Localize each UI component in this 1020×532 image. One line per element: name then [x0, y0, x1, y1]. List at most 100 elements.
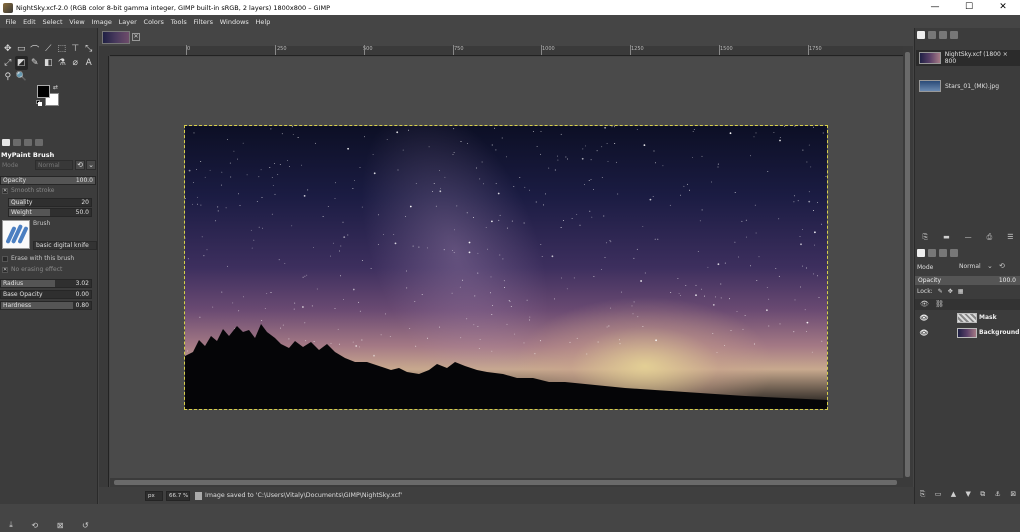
menu-filters[interactable]: Filters — [190, 18, 216, 26]
hardness-slider[interactable]: Hardness 0.80 — [0, 301, 92, 310]
erase-checkbox[interactable] — [2, 256, 8, 262]
new-group-icon[interactable]: ▭ — [935, 490, 942, 499]
transform-tool-icon[interactable]: ⤡ — [82, 42, 96, 56]
reset-mode-icon[interactable]: ⟲ — [75, 160, 85, 170]
clone-tool-icon[interactable]: ⚗ — [55, 56, 69, 70]
menu-colors[interactable]: Colors — [140, 18, 167, 26]
perspective-tool-icon[interactable]: ⤢ — [1, 56, 15, 70]
menu-edit[interactable]: Edit — [20, 18, 39, 26]
visibility-eye-icon[interactable]: 👁 — [919, 329, 929, 337]
weight-slider[interactable]: Weight 50.0 — [8, 208, 92, 217]
night-sky-image[interactable] — [184, 125, 828, 410]
move-tool-icon[interactable]: ✥ — [1, 42, 15, 56]
delete-layer-icon[interactable]: ⊠ — [1010, 490, 1016, 499]
zoom-tool-icon[interactable]: 🔍 — [15, 70, 29, 84]
color-picker-tool-icon[interactable]: ⚲ — [1, 70, 15, 84]
tool-options-tab-icon[interactable] — [2, 139, 10, 146]
fuzzy-select-tool-icon[interactable]: ⟋ — [42, 42, 56, 56]
layer-row[interactable]: 👁 Mask — [915, 310, 1020, 325]
menu-view[interactable]: View — [66, 18, 88, 26]
horizontal-scroll-thumb[interactable] — [114, 480, 897, 485]
raise-view-icon[interactable]: ⎘ — [922, 233, 928, 242]
layer-row[interactable]: 👁 Background — [915, 325, 1020, 340]
swap-colors-icon[interactable]: ⇄ — [53, 84, 58, 91]
reset-options-icon[interactable]: ↺ — [82, 521, 89, 530]
anchor-layer-icon[interactable]: ⚓ — [995, 490, 1001, 499]
minimize-button[interactable]: — — [918, 0, 952, 15]
image-list-item[interactable]: NightSky.xcf (1800 × 800 — [916, 50, 1020, 66]
brush-name-field[interactable]: basic digital knife — [33, 241, 97, 250]
vertical-scroll-thumb[interactable] — [905, 52, 910, 477]
close-button[interactable]: ✕ — [986, 0, 1020, 15]
menu-layer[interactable]: Layer — [115, 18, 140, 26]
image-list-item[interactable]: Stars_01_(MK).jpg — [916, 78, 1020, 94]
warp-tool-icon[interactable]: ⊤ — [69, 42, 83, 56]
save-options-icon[interactable]: ⤓ — [9, 520, 13, 530]
duplicate-layer-icon[interactable]: ⧉ — [980, 490, 985, 499]
image-tab-thumbnail[interactable] — [102, 31, 130, 44]
horizontal-scrollbar[interactable] — [110, 478, 903, 487]
delete-options-icon[interactable]: ⊠ — [57, 521, 64, 530]
lasso-tool-icon[interactable]: ⌒ — [28, 42, 42, 56]
maximize-button[interactable]: ☐ — [952, 0, 986, 15]
mode-select[interactable]: Normal — [35, 160, 73, 170]
lock-pixels-icon[interactable]: ✎ — [938, 288, 943, 295]
menu-windows[interactable]: Windows — [216, 18, 252, 26]
base-opacity-slider[interactable]: Base Opacity 0.00 — [0, 290, 92, 299]
images-panel-menu-icon[interactable]: ☰ — [1007, 233, 1013, 242]
close-tab-icon[interactable]: ✕ — [132, 33, 140, 41]
crop-tool-icon[interactable]: ⬚ — [55, 42, 69, 56]
brushes-tab-icon[interactable] — [928, 31, 936, 39]
rect-select-tool-icon[interactable]: ▭ — [15, 42, 29, 56]
raise-layer-icon[interactable]: ▲ — [951, 490, 956, 499]
smooth-stroke-checkbox[interactable]: ✕ — [2, 188, 8, 194]
restore-options-icon[interactable]: ⟲ — [31, 521, 38, 530]
images-tab-icon[interactable] — [35, 139, 43, 146]
menu-file[interactable]: File — [2, 18, 20, 26]
layers-tab-icon[interactable] — [917, 249, 925, 257]
lower-layer-icon[interactable]: ▼ — [965, 490, 970, 499]
ruler-corner[interactable] — [99, 46, 110, 56]
paths-tab-icon[interactable] — [939, 249, 947, 257]
opacity-slider[interactable]: Opacity 100.0 — [0, 176, 96, 185]
undo-tab-icon[interactable] — [950, 249, 958, 257]
menu-select[interactable]: Select — [39, 18, 66, 26]
lock-position-icon[interactable]: ✥ — [948, 288, 953, 295]
print-icon[interactable]: ⎙ — [987, 233, 993, 242]
horizontal-ruler[interactable]: 0 250 500 750 1000 1250 1500 1750 — [110, 45, 903, 56]
fonts-tab-icon[interactable] — [939, 31, 947, 39]
layer-mode-dropdown-icon[interactable]: ⌄ — [987, 262, 993, 270]
visibility-eye-icon[interactable]: 👁 — [919, 314, 929, 322]
mode-dropdown-icon[interactable]: ⌄ — [86, 160, 96, 170]
radius-slider[interactable]: Radius 3.02 — [0, 279, 92, 288]
reset-colors-icon[interactable] — [36, 100, 42, 106]
foreground-color[interactable] — [37, 85, 50, 98]
text-tool-icon[interactable]: A — [82, 56, 96, 70]
layer-mode-select[interactable]: Normal — [959, 262, 999, 272]
zoom-select[interactable]: 66.7 % — [166, 490, 190, 501]
menu-tools[interactable]: Tools — [167, 18, 190, 26]
channels-tab-icon[interactable] — [928, 249, 936, 257]
menu-help[interactable]: Help — [252, 18, 274, 26]
new-layer-icon[interactable]: ⎘ — [920, 490, 926, 499]
layer-opacity-slider[interactable]: Opacity 100.0 — [915, 276, 1020, 285]
brush-preview[interactable] — [2, 220, 30, 249]
smudge-tool-icon[interactable]: ⌀ — [69, 56, 83, 70]
eraser-tool-icon[interactable]: ◧ — [42, 56, 56, 70]
lock-alpha-icon[interactable]: ▦ — [958, 288, 964, 295]
images-tab-icon[interactable] — [917, 31, 925, 39]
unit-select[interactable]: px — [145, 490, 163, 501]
gradient-tool-icon[interactable]: ◩ — [14, 56, 28, 70]
layer-mode-reset-icon[interactable]: ⟲ — [999, 262, 1005, 270]
undo-history-tab-icon[interactable] — [24, 139, 32, 146]
vertical-ruler[interactable] — [99, 56, 109, 487]
delete-image-icon[interactable]: — — [965, 233, 972, 242]
menu-image[interactable]: Image — [88, 18, 115, 26]
no-erasing-checkbox[interactable]: ✕ — [2, 267, 8, 273]
quality-slider[interactable]: Quality 20 — [8, 198, 92, 207]
vertical-scrollbar[interactable] — [903, 46, 913, 487]
device-status-tab-icon[interactable] — [13, 139, 21, 146]
paintbrush-tool-icon[interactable]: ✎ — [28, 56, 42, 70]
new-display-icon[interactable]: ▬ — [943, 233, 950, 242]
document-history-tab-icon[interactable] — [950, 31, 958, 39]
